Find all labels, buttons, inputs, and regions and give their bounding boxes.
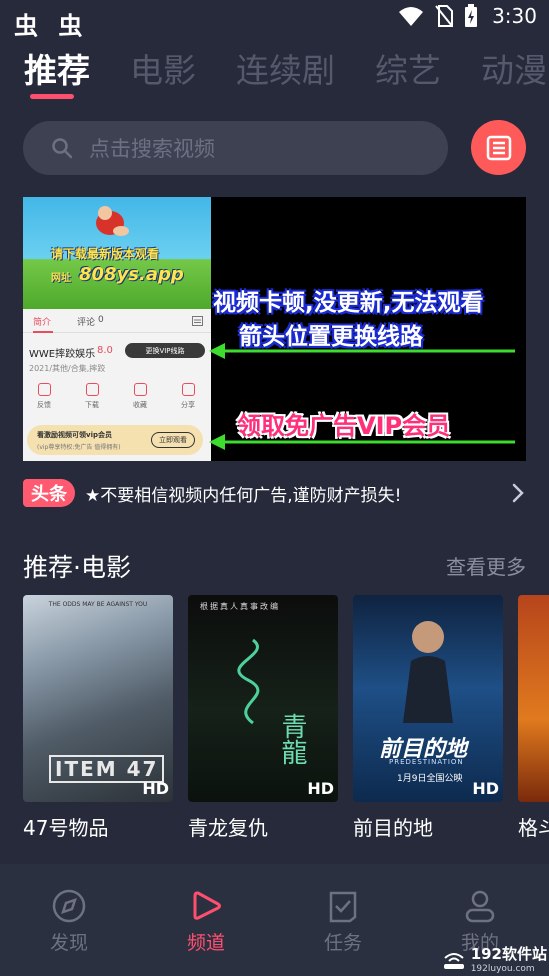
hd-badge: HD bbox=[472, 779, 499, 798]
nav-tasks[interactable]: 任务 bbox=[303, 888, 383, 955]
see-more-link[interactable]: 查看更多 bbox=[446, 551, 526, 580]
banner-url: 808ys.app bbox=[79, 264, 184, 285]
movie-card[interactable]: 格斗 bbox=[518, 595, 549, 841]
tab-series[interactable]: 连续剧 bbox=[236, 44, 335, 100]
movie-title: 47号物品 bbox=[23, 816, 109, 840]
mini-action-label: 分享 bbox=[181, 401, 195, 409]
nav-label: 任务 bbox=[323, 932, 362, 954]
router-logo-icon bbox=[443, 952, 464, 969]
banner-app-screenshot: 请下载最新版本观看 网址 808ys.app 简介 评论 0 WWE摔跤娱乐 8… bbox=[23, 197, 211, 461]
movie-card[interactable]: THE ODDS MAY BE AGAINST YOU ITEM 47 HD 4… bbox=[23, 595, 173, 841]
mini-vip-card-title: 看激励视频可领vip会员 bbox=[37, 431, 112, 439]
poster-release-date: 1月9日全国公映 bbox=[397, 774, 463, 784]
banner-url-label: 网址 bbox=[51, 273, 71, 284]
mini-action-label: 下载 bbox=[85, 401, 99, 409]
nav-channel[interactable]: 频道 bbox=[166, 888, 246, 955]
task-check-icon bbox=[329, 891, 357, 923]
search-input[interactable]: 点击搜索视频 bbox=[23, 121, 448, 175]
poster-english-title: PREDESTINATION bbox=[389, 758, 464, 766]
watermark-url: 192luyou.com bbox=[470, 964, 535, 974]
site-watermark: 192软件站 192luyou.com bbox=[441, 943, 547, 974]
mini-action-download: 下载 bbox=[77, 383, 107, 410]
watermark-text: 192软件站 bbox=[470, 945, 547, 963]
mini-action-favorite: 收藏 bbox=[125, 383, 155, 410]
mini-watch-now-button: 立即观看 bbox=[151, 432, 195, 448]
download-icon bbox=[85, 383, 99, 396]
status-icons: 3:30 bbox=[398, 4, 537, 28]
section-title: 推荐·电影 bbox=[23, 553, 131, 582]
headline-text: ★不要相信视频内任何广告,谨防财产损失! bbox=[85, 485, 402, 506]
movie-title: 格斗 bbox=[518, 816, 549, 840]
heart-icon bbox=[133, 383, 147, 396]
search-icon bbox=[52, 138, 73, 159]
movie-carousel: THE ODDS MAY BE AGAINST YOU ITEM 47 HD 4… bbox=[23, 595, 549, 845]
feedback-icon bbox=[37, 383, 51, 396]
tab-recommend[interactable]: 推荐 bbox=[24, 44, 90, 100]
actor-figure-icon bbox=[403, 621, 453, 723]
nav-discover[interactable]: 发现 bbox=[29, 888, 109, 955]
notification-icons: 虫 虫 bbox=[14, 12, 89, 40]
battery-charging-icon bbox=[465, 4, 478, 27]
cartoon-character-icon bbox=[96, 206, 129, 236]
mini-show-score: 8.0 bbox=[97, 345, 113, 356]
movie-poster bbox=[518, 595, 549, 802]
banner-cartoon-image: 请下载最新版本观看 网址 808ys.app bbox=[23, 197, 211, 309]
hd-badge: HD bbox=[307, 779, 334, 798]
mini-show-meta: 2021/其他/合集,摔跤 bbox=[29, 364, 106, 373]
play-icon bbox=[193, 891, 221, 920]
status-bar: 虫 虫 3:30 bbox=[0, 0, 549, 40]
poster-tagline: THE ODDS MAY BE AGAINST YOU bbox=[48, 601, 148, 608]
search-placeholder: 点击搜索视频 bbox=[89, 137, 215, 161]
mini-menu-icon bbox=[192, 316, 203, 326]
mini-tab-indicator bbox=[33, 331, 53, 333]
mini-vip-card-subtitle: (vip尊享特权:免广告 值得拥有) bbox=[37, 444, 121, 451]
history-list-button[interactable] bbox=[471, 120, 526, 175]
movie-title: 青龙复仇 bbox=[188, 816, 268, 840]
clock: 3:30 bbox=[492, 4, 537, 28]
mini-action-share: 分享 bbox=[173, 383, 203, 410]
mini-tab-comment-count: 0 bbox=[98, 315, 104, 325]
mini-show-title: WWE摔跤娱乐 bbox=[29, 349, 96, 360]
user-icon bbox=[465, 890, 495, 923]
movie-poster: 前目的地 PREDESTINATION 1月9日全国公映 HD bbox=[353, 595, 503, 802]
movie-poster: THE ODDS MAY BE AGAINST YOU ITEM 47 HD bbox=[23, 595, 173, 802]
no-sim-icon bbox=[435, 5, 454, 27]
mini-switch-line-pill: 更换VIP线路 bbox=[125, 343, 205, 358]
category-tabs: 推荐 电影 连续剧 综艺 动漫 bbox=[24, 44, 547, 100]
mini-tab-comments: 评论 bbox=[77, 318, 96, 328]
share-icon bbox=[181, 383, 195, 396]
banner-headline-3: 领取免广告VIP会员 bbox=[237, 412, 451, 440]
tab-movies[interactable]: 电影 bbox=[130, 44, 196, 100]
movie-title: 前目的地 bbox=[353, 816, 433, 840]
mini-action-feedback: 反馈 bbox=[29, 383, 59, 410]
headline-notice[interactable]: 头条 ★不要相信视频内任何广告,谨防财产损失! bbox=[23, 478, 526, 508]
mini-tab-intro: 简介 bbox=[33, 318, 52, 328]
compass-icon bbox=[52, 889, 86, 923]
chevron-right-icon bbox=[512, 483, 524, 503]
poster-title-text: 青龍 bbox=[277, 713, 307, 765]
dragon-smoke-icon bbox=[237, 638, 260, 725]
movie-card[interactable]: 前目的地 PREDESTINATION 1月9日全国公映 HD 前目的地 bbox=[353, 595, 503, 841]
promo-banner[interactable]: 请下载最新版本观看 网址 808ys.app 简介 评论 0 WWE摔跤娱乐 8… bbox=[23, 197, 526, 461]
tab-variety[interactable]: 综艺 bbox=[375, 44, 441, 100]
headline-badge: 头条 bbox=[23, 479, 75, 507]
list-icon bbox=[486, 135, 511, 160]
mini-tabs: 简介 评论 0 bbox=[23, 311, 211, 333]
movie-poster: 根据真人真事改编 青龍 HD bbox=[188, 595, 338, 802]
poster-tagline: 根据真人真事改编 bbox=[200, 602, 280, 611]
nav-label: 频道 bbox=[186, 932, 225, 954]
banner-headline-2: 箭头位置更换线路 bbox=[239, 324, 423, 350]
active-tab-indicator bbox=[30, 94, 74, 99]
mini-vip-card: 看激励视频可领vip会员 (vip尊享特权:免广告 值得拥有) 立即观看 bbox=[27, 425, 203, 455]
wifi-icon bbox=[399, 7, 424, 26]
movie-card[interactable]: 根据真人真事改编 青龍 HD 青龙复仇 bbox=[188, 595, 338, 841]
banner-image-title: 请下载最新版本观看 bbox=[51, 247, 160, 261]
nav-label: 发现 bbox=[49, 932, 88, 954]
banner-headline-1: 视频卡顿,没更新,无法观看 bbox=[213, 290, 484, 316]
mini-action-label: 收藏 bbox=[133, 401, 147, 409]
tab-anime[interactable]: 动漫 bbox=[481, 44, 547, 100]
mini-action-label: 反馈 bbox=[37, 401, 51, 409]
hd-badge: HD bbox=[142, 779, 169, 798]
